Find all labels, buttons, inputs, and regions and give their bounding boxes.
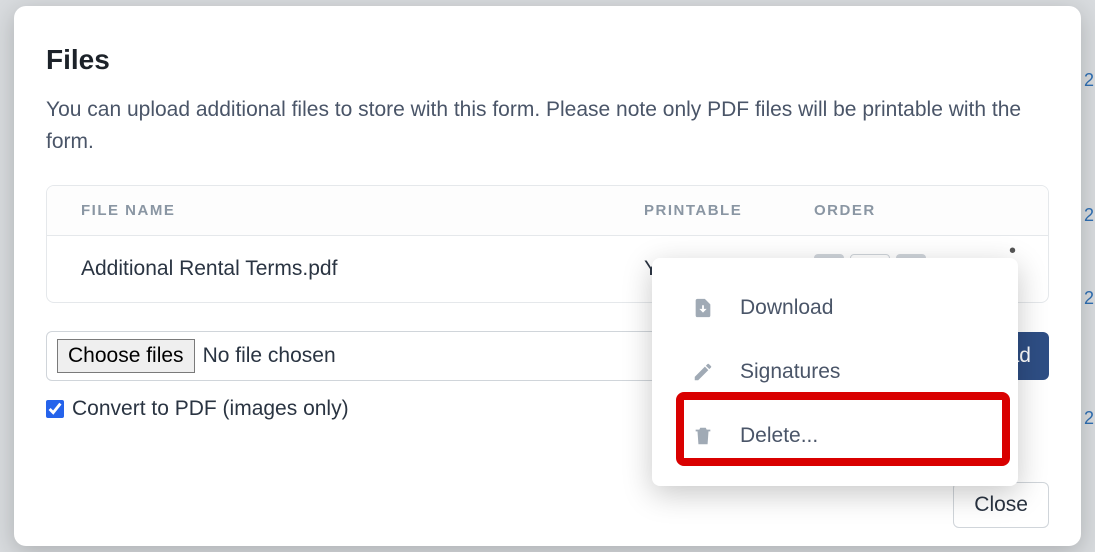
menu-item-delete[interactable]: Delete... [652, 404, 1018, 468]
column-header-order: ORDER [814, 202, 1014, 219]
menu-item-label: Delete... [740, 424, 818, 448]
no-file-chosen-text: No file chosen [203, 344, 336, 368]
row-actions-menu: Download Signatures Delete... [652, 258, 1018, 486]
column-header-printable: PRINTABLE [644, 202, 814, 219]
trash-icon [692, 425, 714, 447]
table-header-row: FILE NAME PRINTABLE ORDER [47, 186, 1048, 236]
modal-title: Files [46, 44, 1049, 76]
background-text: 2 [1084, 288, 1094, 309]
background-text: 2 [1084, 205, 1094, 226]
convert-to-pdf-checkbox[interactable] [46, 400, 64, 418]
modal-footer: Close [953, 482, 1049, 528]
edit-icon [692, 361, 714, 383]
modal-description: You can upload additional files to store… [46, 94, 1046, 157]
menu-item-download[interactable]: Download [652, 276, 1018, 340]
background-text: 2 [1084, 408, 1094, 429]
file-name-cell: Additional Rental Terms.pdf [81, 257, 644, 281]
menu-item-signatures[interactable]: Signatures [652, 340, 1018, 404]
choose-files-button[interactable]: Choose files [57, 339, 195, 373]
column-header-filename: FILE NAME [81, 202, 644, 219]
menu-item-label: Download [740, 296, 833, 320]
download-icon [692, 297, 714, 319]
close-button[interactable]: Close [953, 482, 1049, 528]
background-text: 2 [1084, 70, 1094, 91]
menu-item-label: Signatures [740, 360, 840, 384]
convert-to-pdf-label: Convert to PDF (images only) [72, 397, 349, 421]
